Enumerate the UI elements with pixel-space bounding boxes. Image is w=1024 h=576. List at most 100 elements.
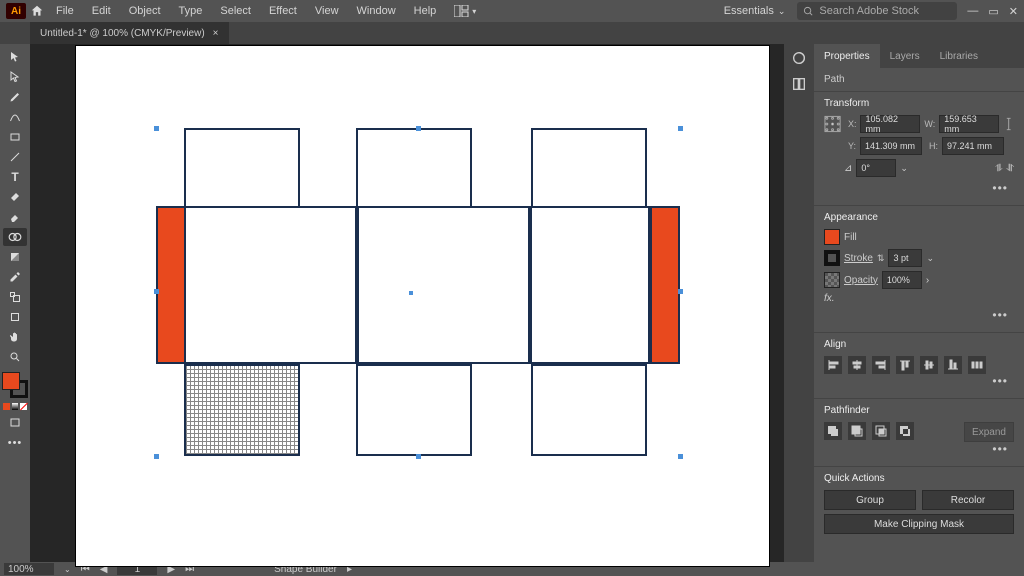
align-left-icon[interactable] <box>824 356 842 374</box>
menu-object[interactable]: Object <box>121 0 169 22</box>
flip-vertical-icon[interactable]: ⥯ <box>1007 163 1014 174</box>
menu-type[interactable]: Type <box>171 0 211 22</box>
align-hcenter-icon[interactable] <box>848 356 866 374</box>
align-top-icon[interactable] <box>896 356 914 374</box>
menu-select[interactable]: Select <box>212 0 259 22</box>
shape-rect[interactable] <box>531 128 647 208</box>
shape-rect[interactable] <box>530 206 650 364</box>
stroke-label[interactable]: Stroke <box>844 253 873 264</box>
selection-handle[interactable] <box>678 289 683 294</box>
type-tool[interactable]: T <box>3 168 27 186</box>
selection-handle[interactable] <box>416 454 421 459</box>
screen-mode-icon[interactable] <box>3 414 27 432</box>
pathfinder-more-icon[interactable]: ••• <box>824 442 1014 456</box>
selection-tool[interactable] <box>3 48 27 66</box>
selection-handle[interactable] <box>154 454 159 459</box>
shape-builder-tool[interactable] <box>3 228 27 246</box>
menu-edit[interactable]: Edit <box>84 0 119 22</box>
distribute-icon[interactable] <box>968 356 986 374</box>
shape-rect-orange[interactable] <box>650 206 680 364</box>
shape-rect-orange[interactable] <box>156 206 186 364</box>
fill-stroke-swatches[interactable] <box>2 372 28 398</box>
stroke-stepper-icon[interactable]: ⇅ <box>877 253 885 264</box>
selection-handle[interactable] <box>416 126 421 131</box>
menu-file[interactable]: File <box>48 0 82 22</box>
pen-tool[interactable] <box>3 88 27 106</box>
tab-close-icon[interactable]: × <box>213 28 219 39</box>
align-vcenter-icon[interactable] <box>920 356 938 374</box>
fill-swatch[interactable] <box>824 229 840 245</box>
y-field[interactable]: 141.309 mm <box>860 137 922 155</box>
color-mode-icons[interactable] <box>3 400 27 412</box>
minimize-icon[interactable]: — <box>967 5 978 18</box>
curvature-tool[interactable] <box>3 108 27 126</box>
eraser-tool[interactable] <box>3 208 27 226</box>
menu-window[interactable]: Window <box>349 0 404 22</box>
tab-layers[interactable]: Layers <box>880 44 930 68</box>
arrange-docs-icon[interactable]: ▾ <box>446 0 484 22</box>
align-right-icon[interactable] <box>872 356 890 374</box>
selection-handle[interactable] <box>154 126 159 131</box>
rotate-field[interactable]: 0° <box>856 159 896 177</box>
opacity-field[interactable]: 100% <box>882 271 922 289</box>
document-tab[interactable]: Untitled-1* @ 100% (CMYK/Preview) × <box>30 22 229 44</box>
h-field[interactable]: 97.241 mm <box>942 137 1004 155</box>
menu-help[interactable]: Help <box>406 0 445 22</box>
tab-libraries[interactable]: Libraries <box>930 44 988 68</box>
fill-swatch[interactable] <box>2 372 20 390</box>
appearance-more-icon[interactable]: ••• <box>824 308 1014 322</box>
flip-horizontal-icon[interactable]: ⥮ <box>995 163 1002 174</box>
shape-rect[interactable] <box>184 128 300 208</box>
transform-more-icon[interactable]: ••• <box>824 181 1014 195</box>
chevron-down-icon[interactable]: ⌄ <box>64 565 71 574</box>
fx-label[interactable]: fx. <box>824 293 835 304</box>
recolor-button[interactable]: Recolor <box>922 490 1014 510</box>
workspace-switcher[interactable]: Essentials ⌄ <box>714 5 796 17</box>
stroke-profile-dropdown[interactable]: ⌄ <box>926 253 934 264</box>
pathfinder-unite-icon[interactable] <box>824 422 842 440</box>
pathfinder-minus-icon[interactable] <box>848 422 866 440</box>
pathfinder-intersect-icon[interactable] <box>872 422 890 440</box>
shape-rect-hatched[interactable] <box>184 364 300 456</box>
align-more-icon[interactable]: ••• <box>824 374 1014 388</box>
rectangle-tool[interactable] <box>3 128 27 146</box>
menu-view[interactable]: View <box>307 0 347 22</box>
dock-color-icon[interactable] <box>791 50 807 66</box>
shape-rect[interactable] <box>531 364 647 456</box>
menu-effect[interactable]: Effect <box>261 0 305 22</box>
gradient-tool[interactable] <box>3 248 27 266</box>
reference-point-icon[interactable] <box>824 115 841 133</box>
stroke-weight-field[interactable]: 3 pt <box>888 249 922 267</box>
search-stock[interactable]: Search Adobe Stock <box>797 2 957 20</box>
rotate-dropdown-icon[interactable]: ⌄ <box>900 163 908 174</box>
shape-rect[interactable] <box>356 128 472 208</box>
selection-handle[interactable] <box>678 126 683 131</box>
close-icon[interactable]: ✕ <box>1009 5 1018 18</box>
maximize-icon[interactable]: ▭ <box>988 5 998 18</box>
pathfinder-exclude-icon[interactable] <box>896 422 914 440</box>
paintbrush-tool[interactable] <box>3 188 27 206</box>
edit-toolbar-icon[interactable]: ••• <box>3 434 27 452</box>
tab-properties[interactable]: Properties <box>814 44 880 68</box>
selection-handle[interactable] <box>154 289 159 294</box>
opacity-swatch[interactable] <box>824 272 840 288</box>
stroke-swatch[interactable] <box>824 250 840 266</box>
link-wh-icon[interactable] <box>1003 115 1014 133</box>
align-bottom-icon[interactable] <box>944 356 962 374</box>
canvas-area[interactable] <box>30 44 784 562</box>
shape-rect[interactable] <box>357 206 530 364</box>
eyedropper-tool[interactable] <box>3 268 27 286</box>
home-icon[interactable] <box>28 2 46 20</box>
line-tool[interactable] <box>3 148 27 166</box>
opacity-more-icon[interactable]: › <box>926 275 929 286</box>
opacity-label[interactable]: Opacity <box>844 275 878 286</box>
x-field[interactable]: 105.082 mm <box>860 115 919 133</box>
dock-libraries-icon[interactable] <box>791 76 807 92</box>
scale-tool[interactable] <box>3 288 27 306</box>
w-field[interactable]: 159.653 mm <box>939 115 998 133</box>
hand-tool[interactable] <box>3 328 27 346</box>
make-clipping-mask-button[interactable]: Make Clipping Mask <box>824 514 1014 534</box>
direct-selection-tool[interactable] <box>3 68 27 86</box>
selection-handle[interactable] <box>678 454 683 459</box>
zoom-field[interactable]: 100% <box>4 563 54 575</box>
